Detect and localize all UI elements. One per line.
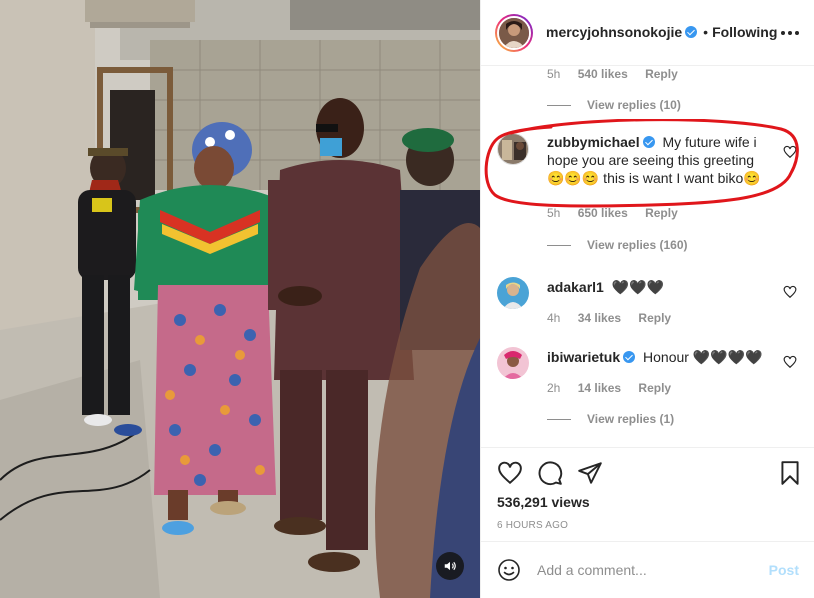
commenter-avatar[interactable]: [497, 277, 529, 309]
comment-icon[interactable]: [537, 460, 563, 486]
post-header: mercyjohnsonokojie • Following: [481, 0, 814, 66]
comment-likes[interactable]: 540 likes: [578, 67, 628, 81]
following-button[interactable]: Following: [712, 24, 777, 40]
commenter-username[interactable]: zubbymichael: [547, 134, 640, 150]
add-comment-bar: Post: [481, 541, 814, 598]
commenter-username[interactable]: ibiwarietuk: [547, 349, 620, 365]
view-replies-button[interactable]: View replies (10): [547, 98, 681, 112]
comment-likes[interactable]: 650 likes: [578, 206, 628, 220]
share-icon[interactable]: [577, 460, 603, 486]
comment-item: ibiwarietuk Honour 🖤🖤🖤🖤 2h 14 likes Repl…: [497, 347, 799, 407]
comment-meta: 5h 540 likes Reply: [547, 67, 678, 81]
comment-text: ibiwarietuk Honour 🖤🖤🖤🖤: [547, 348, 767, 366]
post-timestamp[interactable]: 6 HOURS AGO: [497, 520, 568, 531]
author-username[interactable]: mercyjohnsonokojie: [546, 24, 682, 40]
comment-text: zubbymichael My future wife i hope you a…: [547, 133, 767, 187]
verified-badge-icon: [685, 26, 698, 38]
comment-likes[interactable]: 34 likes: [578, 311, 621, 325]
bookmark-icon[interactable]: [777, 460, 803, 486]
reply-button[interactable]: Reply: [638, 381, 671, 395]
reply-button[interactable]: Reply: [645, 206, 678, 220]
comment-time: 2h: [547, 381, 561, 395]
verified-badge-icon: [623, 351, 636, 363]
comment-meta: 4h 34 likes Reply: [547, 311, 671, 325]
speaker-icon: [444, 561, 456, 571]
like-comment-heart-icon[interactable]: [783, 355, 797, 369]
emoji-icon[interactable]: [497, 558, 521, 582]
comment-meta: 5h 650 likes Reply: [547, 206, 678, 220]
comment-item: zubbymichael My future wife i hope you a…: [497, 133, 799, 243]
comment-item: adakarl1 🖤🖤🖤 4h 34 likes Reply: [497, 277, 799, 337]
divider: [547, 244, 571, 246]
view-replies-label: View replies (1): [587, 412, 675, 426]
comment-message: Honour 🖤🖤🖤🖤: [643, 349, 763, 365]
video-player[interactable]: [0, 0, 480, 598]
comment-likes[interactable]: 14 likes: [578, 381, 621, 395]
reply-button[interactable]: Reply: [645, 67, 678, 81]
comment-message: 🖤🖤🖤: [611, 279, 665, 295]
comment-input[interactable]: [537, 560, 747, 580]
like-comment-heart-icon[interactable]: [783, 285, 797, 299]
mute-toggle-button[interactable]: [436, 552, 464, 580]
heart-icon[interactable]: [497, 460, 523, 486]
post-actions: 536,291 views 6 HOURS AGO: [481, 447, 814, 541]
view-replies-button[interactable]: View replies (1): [547, 412, 674, 426]
divider: [547, 418, 571, 420]
separator-dot: •: [703, 24, 709, 40]
view-replies-label: View replies (160): [587, 238, 688, 252]
post-button[interactable]: Post: [769, 562, 799, 578]
verified-badge-icon: [642, 136, 655, 148]
comment-time: 5h: [547, 67, 561, 81]
view-replies-button[interactable]: View replies (160): [547, 238, 688, 252]
commenter-avatar[interactable]: [497, 347, 529, 379]
comment-text: adakarl1 🖤🖤🖤: [547, 278, 767, 296]
author-avatar[interactable]: [495, 14, 533, 52]
video-frame: [0, 0, 480, 598]
like-comment-heart-icon[interactable]: [783, 145, 797, 159]
comment-time: 5h: [547, 206, 561, 220]
comment-time: 4h: [547, 311, 561, 325]
more-options-icon[interactable]: [781, 31, 799, 35]
post-details-panel: mercyjohnsonokojie • Following 5h 540 li…: [480, 0, 814, 598]
view-count[interactable]: 536,291 views: [497, 494, 590, 510]
reply-button[interactable]: Reply: [638, 311, 671, 325]
commenter-avatar[interactable]: [497, 133, 529, 165]
divider: [547, 104, 571, 106]
view-replies-label: View replies (10): [587, 98, 681, 112]
comments-list[interactable]: 5h 540 likes Reply View replies (10) zub…: [481, 67, 814, 447]
commenter-username[interactable]: adakarl1: [547, 279, 604, 295]
comment-meta: 2h 14 likes Reply: [547, 381, 671, 395]
